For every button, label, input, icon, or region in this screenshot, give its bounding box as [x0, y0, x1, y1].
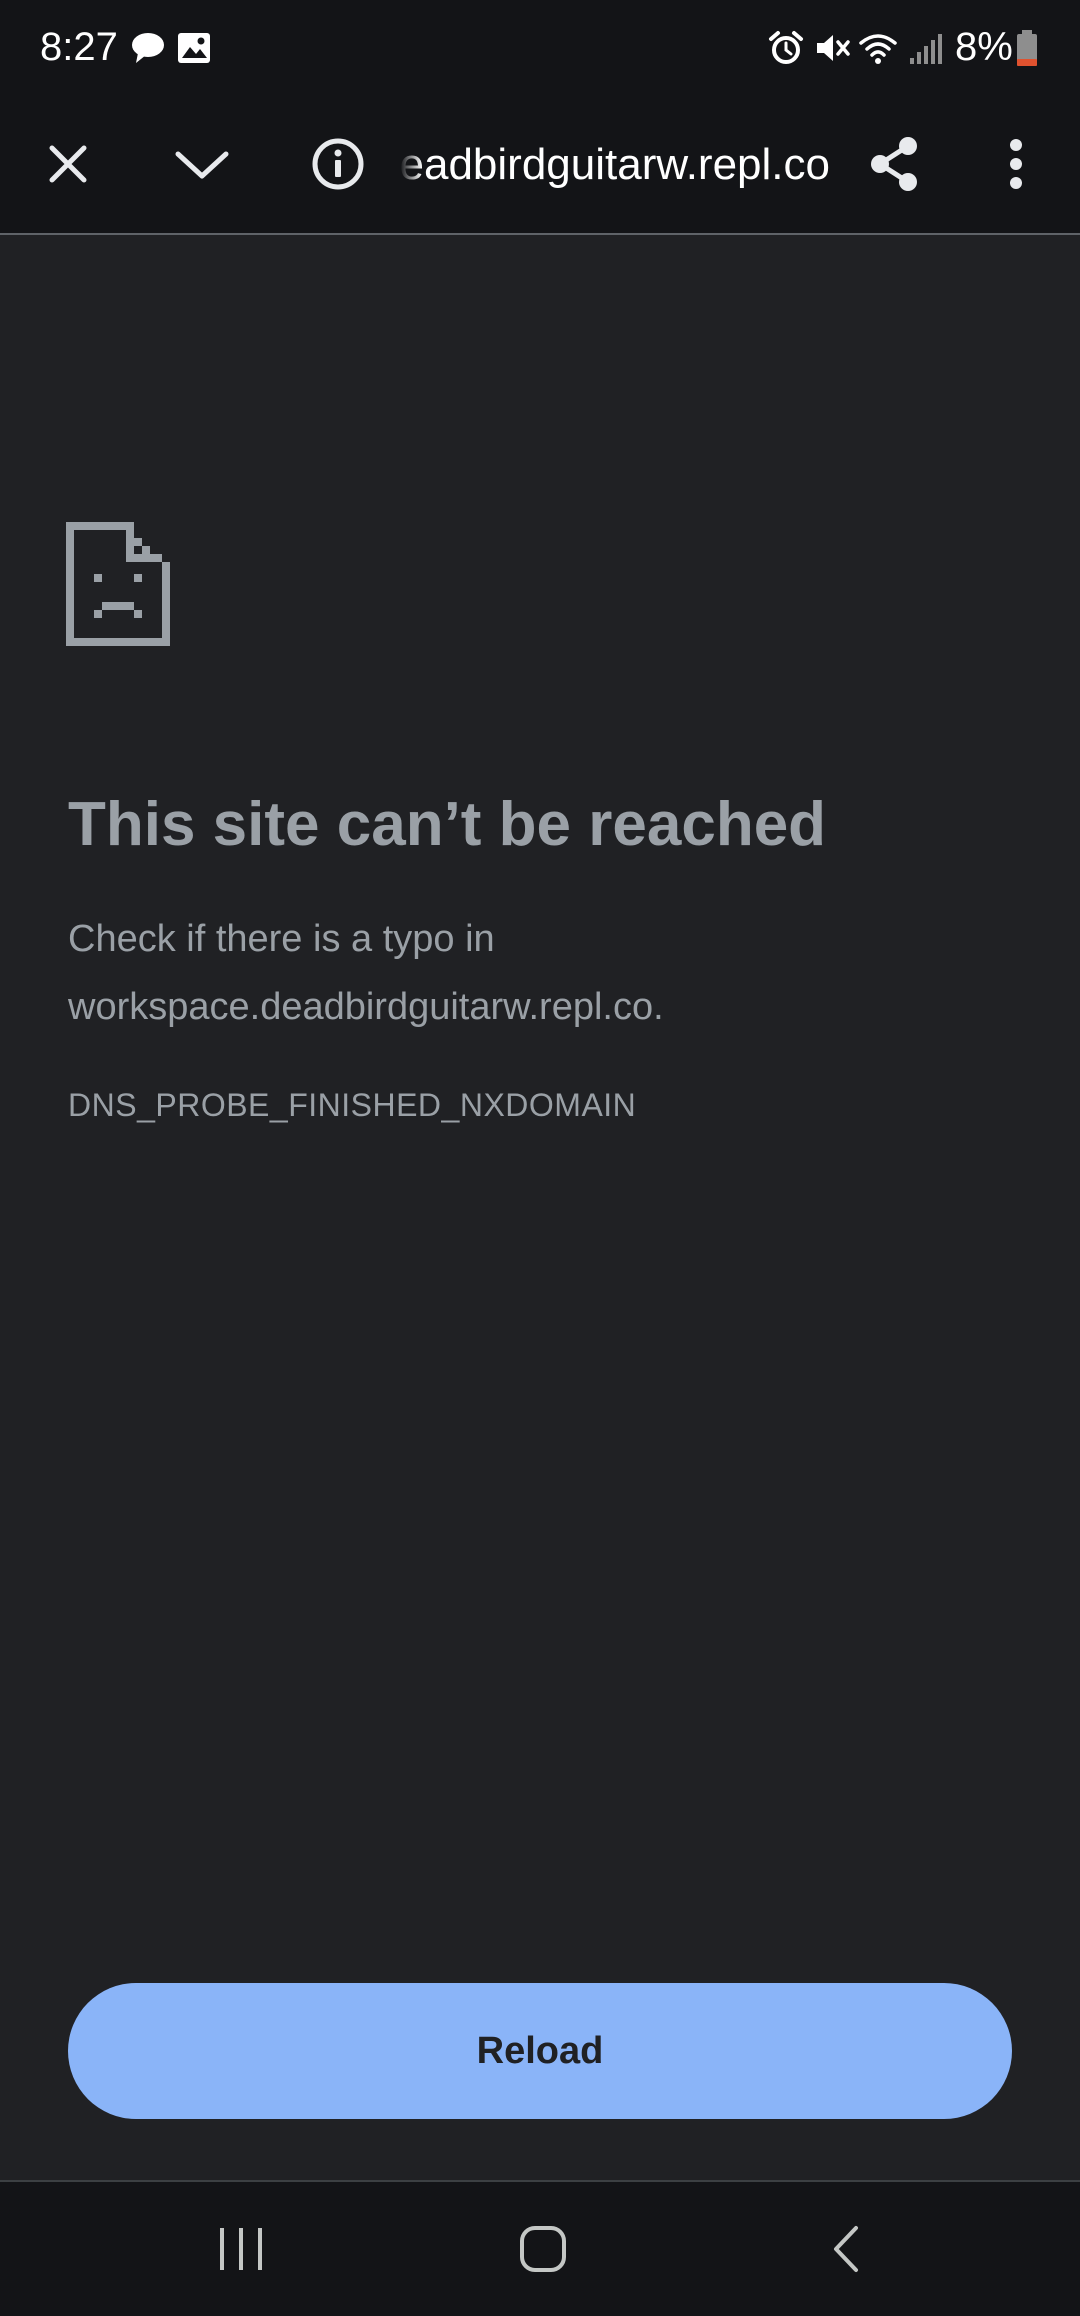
battery-icon — [1017, 30, 1037, 66]
alarm-icon — [769, 31, 803, 64]
error-title: This site can’t be reached — [68, 790, 827, 859]
error-code: DNS_PROBE_FINISHED_NXDOMAIN — [68, 1087, 637, 1123]
home-button[interactable] — [493, 2199, 593, 2299]
system-nav-bar — [0, 2182, 1080, 2316]
reload-button[interactable]: Reload — [68, 1983, 1012, 2119]
more-options-button[interactable] — [972, 120, 1060, 208]
signal-icon — [910, 34, 942, 64]
more-vert-icon — [1010, 139, 1022, 189]
back-button[interactable] — [796, 2199, 896, 2299]
error-description-line1: Check if there is a typo in — [68, 918, 495, 960]
error-page: This site can’t be reached Check if ther… — [0, 235, 1080, 2180]
status-time: 8:27 — [40, 25, 118, 69]
minimize-button[interactable] — [158, 120, 246, 208]
mute-icon — [817, 35, 850, 61]
error-description-line2: workspace.deadbirdguitarw.repl.co. — [68, 986, 664, 1028]
status-bar: 8:27 8% — [0, 0, 1080, 96]
url-bar[interactable]: workspace.deadbirdguitarw.repl.co — [400, 130, 830, 200]
page-info-button[interactable] — [294, 120, 382, 208]
share-button[interactable] — [850, 120, 938, 208]
recents-button[interactable] — [191, 2199, 291, 2299]
close-tab-button[interactable] — [24, 120, 112, 208]
sad-document-icon — [66, 522, 170, 646]
chevron-down-icon — [175, 151, 229, 179]
wifi-icon — [859, 34, 897, 64]
chat-bubble-icon — [132, 33, 164, 63]
url-text: workspace.deadbirdguitarw.repl.co — [400, 140, 830, 189]
url-fade — [400, 130, 422, 200]
close-icon — [49, 145, 87, 183]
back-icon — [834, 2226, 858, 2272]
home-icon — [520, 2226, 566, 2272]
info-icon — [312, 138, 364, 190]
recents-icon — [220, 2228, 262, 2270]
share-icon — [871, 137, 917, 191]
image-icon — [178, 33, 210, 63]
error-description: Check if there is a typo in workspace.de… — [68, 905, 1008, 1041]
browser-toolbar: workspace.deadbirdguitarw.repl.co — [0, 96, 1080, 235]
battery-percent: 8% — [955, 25, 1013, 69]
